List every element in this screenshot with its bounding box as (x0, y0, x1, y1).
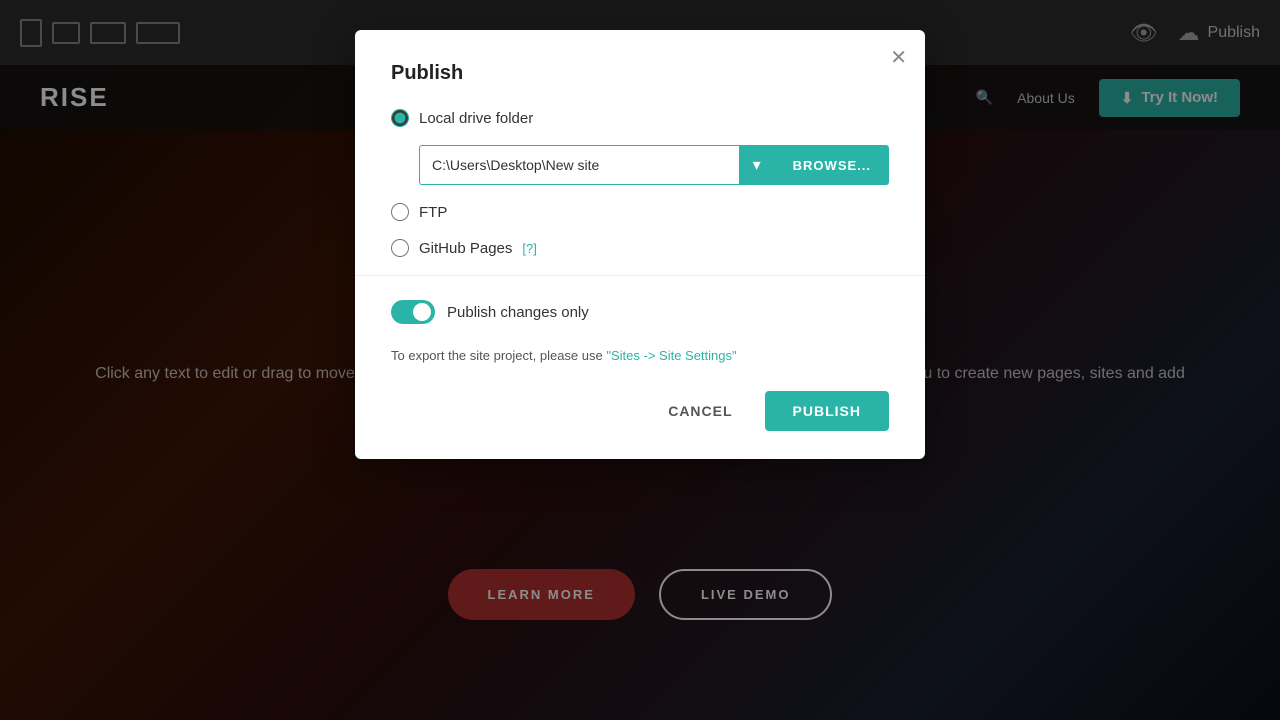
github-label: GitHub Pages (419, 240, 512, 257)
local-drive-radio[interactable] (391, 109, 409, 127)
github-radio[interactable] (391, 239, 409, 257)
publish-changes-toggle[interactable] (391, 300, 435, 324)
github-option[interactable]: GitHub Pages [?] (391, 239, 889, 257)
toggle-row: Publish changes only (391, 300, 889, 324)
path-dropdown-button[interactable]: ▾ (739, 145, 775, 185)
toggle-slider (391, 300, 435, 324)
modal-divider (355, 275, 925, 276)
ftp-option[interactable]: FTP (391, 203, 889, 221)
ftp-radio[interactable] (391, 203, 409, 221)
publish-modal: Publish ✕ Local drive folder ▾ BROWSE...… (355, 30, 925, 459)
local-drive-label: Local drive folder (419, 110, 533, 127)
github-help-icon[interactable]: [?] (522, 241, 536, 256)
export-note-text: To export the site project, please use (391, 348, 606, 363)
ftp-label: FTP (419, 204, 447, 221)
path-input-row: ▾ BROWSE... (419, 145, 889, 185)
modal-close-button[interactable]: ✕ (890, 48, 907, 68)
local-drive-option[interactable]: Local drive folder (391, 109, 889, 127)
modal-overlay: Publish ✕ Local drive folder ▾ BROWSE...… (0, 0, 1280, 720)
export-note: To export the site project, please use "… (391, 348, 889, 363)
site-settings-link[interactable]: "Sites -> Site Settings" (606, 348, 736, 363)
browse-button[interactable]: BROWSE... (775, 145, 889, 185)
path-input[interactable] (419, 145, 739, 185)
modal-title: Publish (391, 62, 889, 85)
publish-modal-button[interactable]: PUBLISH (765, 391, 889, 431)
modal-footer: CANCEL PUBLISH (391, 391, 889, 431)
cancel-button[interactable]: CANCEL (652, 393, 748, 429)
toggle-label: Publish changes only (447, 304, 589, 321)
